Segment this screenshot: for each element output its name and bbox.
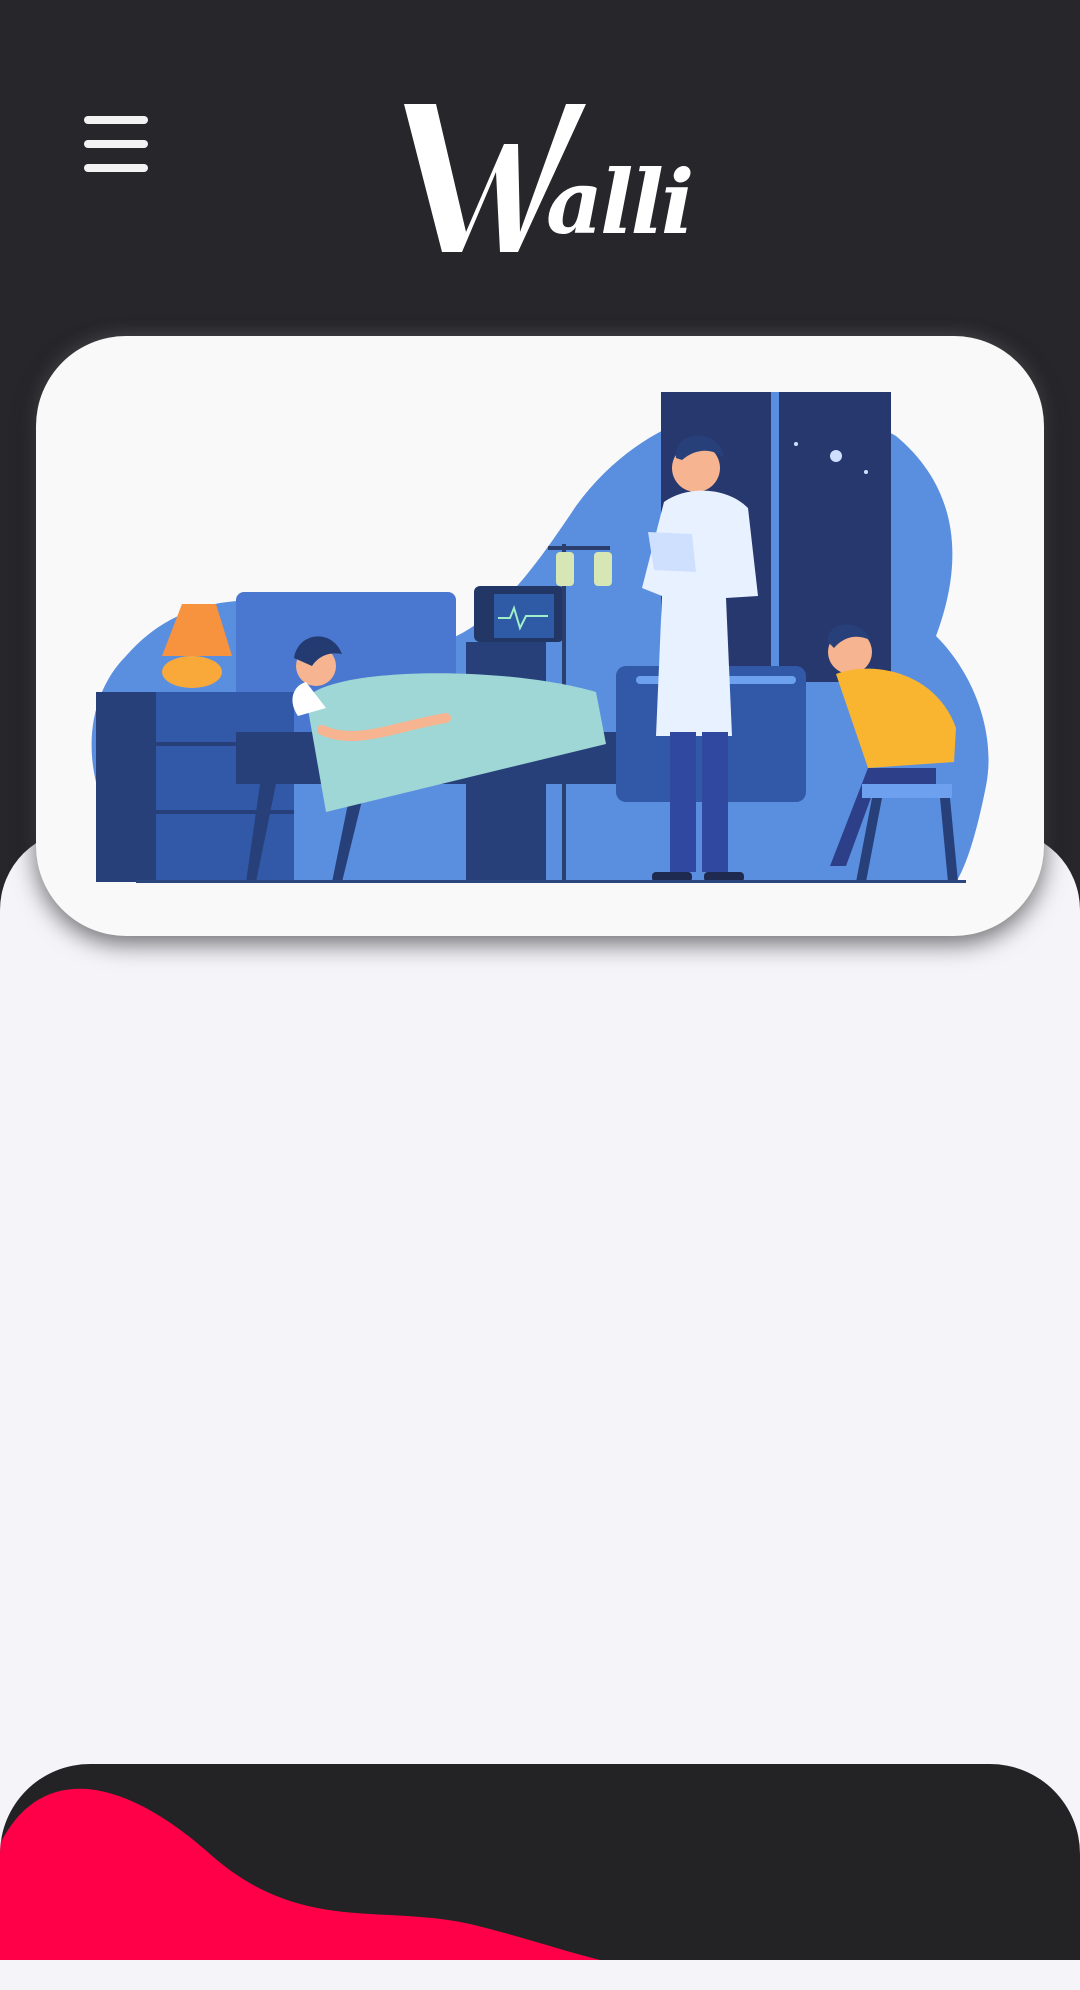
app-logo: alli: [396, 92, 694, 262]
hamburger-line: [84, 164, 148, 172]
menu-button[interactable]: [84, 116, 154, 182]
bottom-bar: [0, 1764, 1080, 1960]
hero-card: [36, 336, 1044, 936]
hospital-room-illustration: [91, 392, 989, 883]
footer-wave-decoration: [0, 1788, 600, 1960]
top-bar: alli: [0, 0, 1080, 330]
logo-text: alli: [546, 150, 694, 254]
hamburger-menu-icon: [84, 116, 148, 124]
hamburger-line: [84, 140, 148, 148]
